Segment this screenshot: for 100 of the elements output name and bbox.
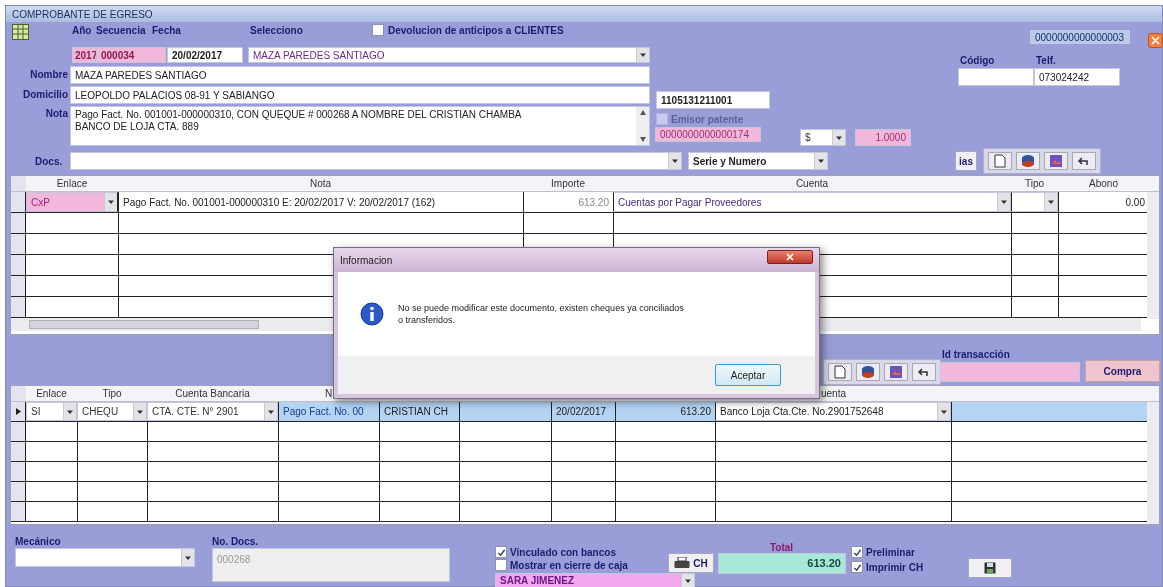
undo-icon	[917, 366, 931, 378]
field-label: Código	[960, 56, 995, 66]
column-header[interactable]: Enlace	[36, 386, 67, 401]
checkbox[interactable]	[495, 559, 507, 571]
ias-button[interactable]: ias	[955, 151, 977, 171]
combo-box[interactable]: CTA. CTE. N° 2901	[147, 402, 278, 421]
caret-icon	[1000, 198, 1008, 206]
combo-box[interactable]: Serie y Numero	[688, 152, 828, 170]
field-label: Imprimir CH	[866, 563, 924, 573]
table-cell: CRISTIAN CH	[379, 402, 459, 421]
printer-icon	[674, 557, 691, 569]
text-field[interactable]: 1.0000	[855, 129, 911, 146]
text-field[interactable]: 2017	[72, 47, 96, 63]
field-label: Total	[770, 543, 794, 553]
save-button[interactable]	[968, 558, 1012, 578]
row-header	[11, 176, 26, 191]
date-field[interactable]: 20/02/2017	[167, 47, 243, 63]
caret-icon	[639, 51, 647, 59]
column-header[interactable]: Abono	[1058, 176, 1149, 191]
record-number-field[interactable]: 0000000000000003	[1030, 30, 1130, 44]
dialog-message: No se puede modificar este documento, existen cheques ya conciliados o transferidos.	[398, 302, 684, 326]
field-label: Mostrar en cierre de caja	[510, 561, 628, 571]
field-label: Telf.	[1036, 56, 1056, 66]
scroll-down-icon[interactable]	[639, 137, 646, 142]
column-header[interactable]: Importe	[523, 176, 613, 191]
field-label: Año	[72, 26, 92, 36]
table-cell: 20/02/2017	[551, 402, 615, 421]
field-label: Id transacción	[942, 350, 1010, 360]
text-field[interactable]	[940, 362, 1080, 382]
toolbar-button[interactable]	[828, 363, 852, 381]
caret-icon	[107, 198, 115, 206]
text-area[interactable]: Pago Fact. No. 001001-000000310, CON QUEQUE # 000268 A NOMBRE DEL CRISTIAN CHAMBA BANCO DE LOJA CTA. 889	[70, 106, 650, 146]
combo-box[interactable]: $	[800, 129, 846, 146]
text-field[interactable]: MAZA PAREDES SANTIAGO	[70, 66, 650, 84]
total-field[interactable]: 613.20	[718, 553, 846, 574]
field-label: Emisor patente	[671, 115, 744, 125]
text-field[interactable]: LEOPOLDO PALACIOS 08-91 Y SABIANGO	[70, 86, 650, 104]
row-pointer-icon	[15, 408, 21, 415]
document-icon	[834, 365, 846, 379]
column-header[interactable]: Nota	[118, 176, 523, 191]
checkbox[interactable]	[372, 24, 384, 36]
column-header[interactable]: N	[324, 386, 333, 401]
undo-icon	[1077, 155, 1091, 167]
scroll-up-icon[interactable]	[639, 110, 646, 115]
field-label: Devolucion de anticipos a CLIENTES	[388, 26, 564, 36]
combo-box[interactable]: Cuentas por Pagar Proveedores	[613, 192, 1011, 212]
column-header[interactable]: Tipo	[102, 386, 122, 401]
text-field[interactable]: 0000000000000174	[655, 127, 761, 142]
print-check-button[interactable]: CH	[668, 553, 714, 573]
caret-icon	[817, 157, 825, 165]
combo-box[interactable]: CxP	[26, 192, 118, 212]
accept-button[interactable]: Aceptar	[715, 364, 781, 386]
field-label: Docs.	[35, 157, 63, 167]
picture-icon	[889, 365, 903, 379]
close-icon[interactable]	[1148, 33, 1163, 48]
text-field[interactable]: 1105131211001	[656, 91, 770, 109]
combo-box[interactable]: MAZA PAREDES SANTIAGO	[248, 47, 650, 63]
field-label: Selecciono	[250, 26, 303, 36]
vertical-scrollbar[interactable]	[1147, 402, 1159, 524]
window-title: COMPROBANTE DE EGRESO	[6, 6, 1162, 22]
column-header[interactable]: Tipo	[1011, 176, 1058, 191]
field-label: Nota	[44, 109, 68, 119]
toolbar-button[interactable]	[912, 363, 936, 381]
field-label: Nombre	[29, 70, 68, 80]
info-icon	[360, 302, 384, 326]
text-field[interactable]: 000034	[96, 47, 166, 63]
toolbar-button[interactable]	[1016, 152, 1040, 170]
dialog-title: Informacion	[340, 253, 393, 268]
table-cell: Pago Fact. No. 001001-000000310 E: 20/02/2017 V: 20/02/2017 (162)	[118, 192, 523, 212]
picture-icon	[1049, 154, 1063, 168]
column-header[interactable]: Cuenta Bancaria	[175, 386, 250, 401]
toolbar-button[interactable]	[988, 152, 1012, 170]
combo-box[interactable]: Banco Loja Cta.Cte. No.2901752648	[715, 402, 951, 421]
field-label: Mecánico	[15, 537, 61, 547]
close-button[interactable]	[767, 250, 813, 264]
caret-icon	[671, 157, 679, 165]
toolbar-button[interactable]	[856, 363, 880, 381]
text-field[interactable]: 073024242	[1034, 68, 1120, 86]
field-label: Fecha	[152, 26, 181, 36]
field-label: Secuencia	[96, 26, 146, 36]
combo-box[interactable]: SARA JIMENEZ	[495, 573, 695, 587]
compra-button[interactable]: Compra	[1085, 360, 1160, 382]
field-label: Preliminar	[866, 548, 915, 558]
toolbar-button[interactable]	[1044, 152, 1068, 170]
combo-box[interactable]: SI	[26, 402, 77, 421]
caret-icon	[1047, 198, 1055, 206]
checkbox[interactable]	[851, 561, 863, 573]
column-header[interactable]: Cuenta	[613, 176, 1011, 191]
field-label: No. Docs.	[212, 537, 259, 547]
checkbox[interactable]	[851, 546, 863, 558]
toolbar-button[interactable]	[884, 363, 908, 381]
combo-box[interactable]	[1011, 192, 1058, 212]
column-header[interactable]: uenta	[821, 386, 847, 401]
close-icon	[786, 253, 794, 261]
toolbar-button[interactable]	[1072, 152, 1096, 170]
combo-box[interactable]: CHEQU	[77, 402, 147, 421]
vertical-scrollbar[interactable]	[1147, 192, 1159, 319]
column-header[interactable]: Enlace	[26, 176, 118, 191]
checkbox[interactable]	[495, 546, 507, 558]
text-field[interactable]	[958, 68, 1034, 86]
